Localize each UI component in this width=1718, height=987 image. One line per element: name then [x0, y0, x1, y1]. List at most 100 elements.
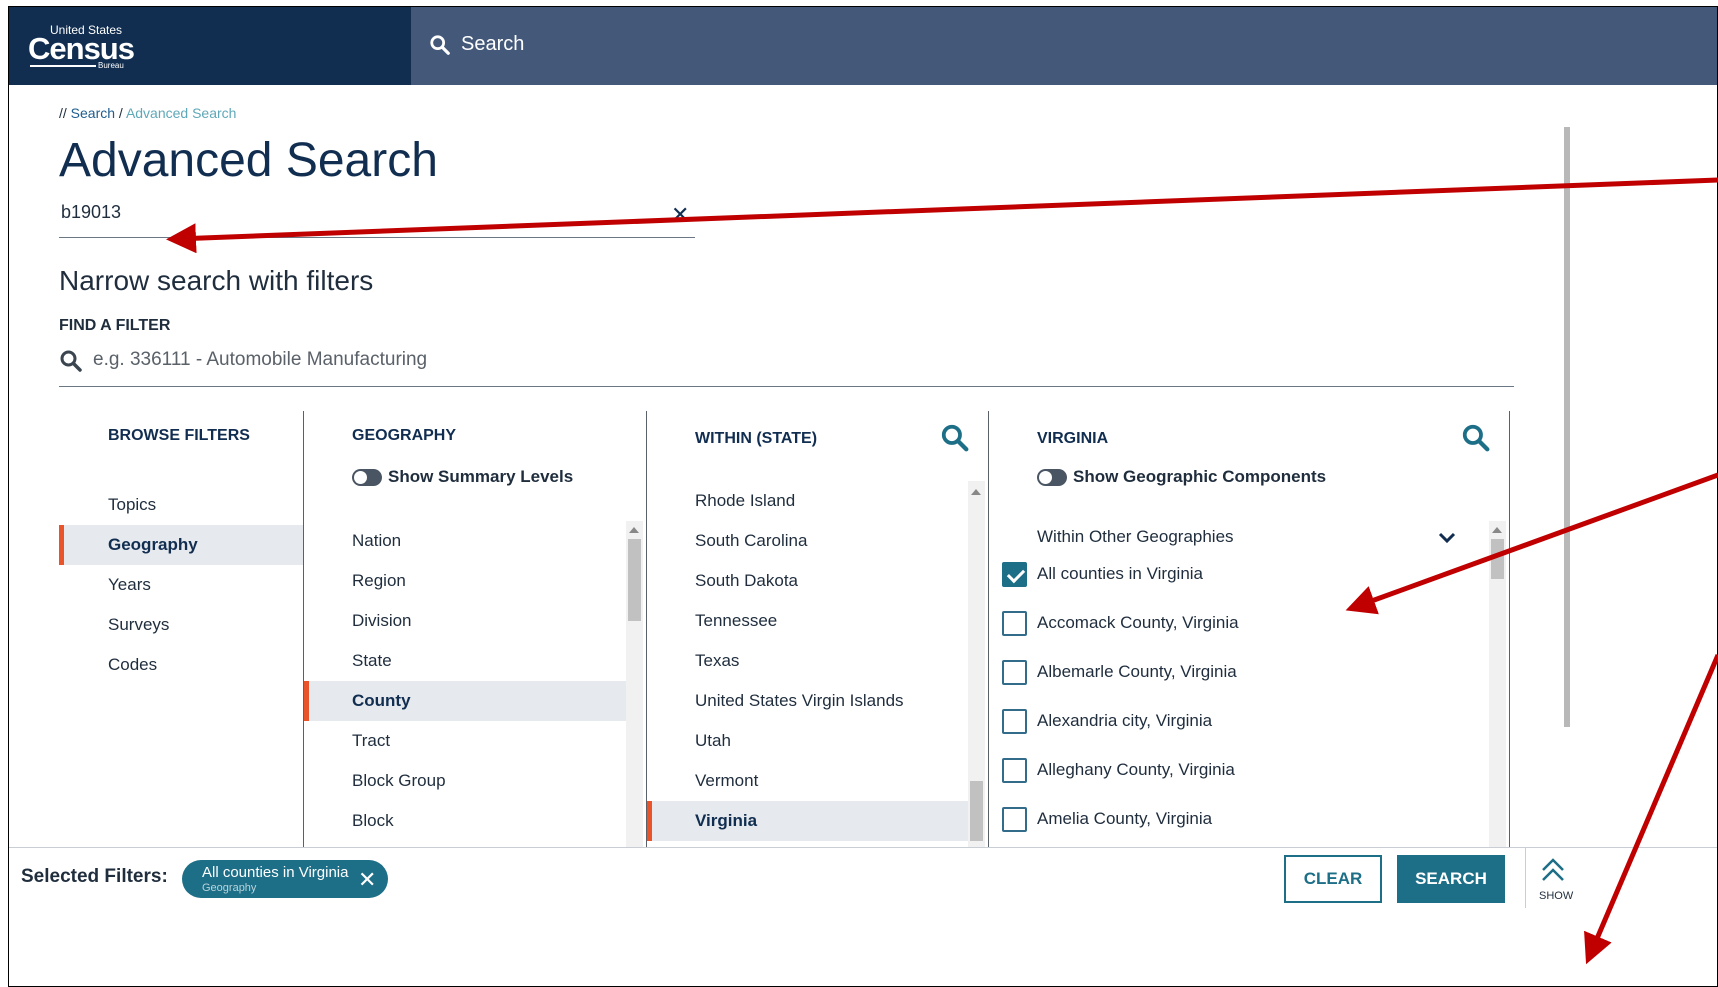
toggle-switch[interactable] [352, 468, 382, 486]
state-item[interactable]: South Dakota [647, 561, 968, 601]
summary-levels-toggle[interactable]: Show Summary Levels [352, 467, 573, 487]
filter-chip[interactable]: All counties in Virginia Geography ✕ [182, 860, 388, 898]
browse-item-codes[interactable]: Codes [59, 645, 303, 685]
county-option[interactable]: Amelia County, Virginia [1002, 806, 1482, 836]
header-search-button[interactable]: Search [429, 33, 524, 56]
state-item-virginia[interactable]: Virginia [647, 801, 968, 841]
browse-item-label: Topics [108, 495, 157, 514]
geography-item-nation[interactable]: Nation [304, 521, 626, 561]
search-button[interactable]: SEARCH [1397, 855, 1505, 903]
search-icon[interactable] [1461, 423, 1491, 453]
breadcrumb-separator: / [118, 105, 123, 121]
geography-item-label: Block Group [352, 771, 446, 790]
state-item[interactable]: United States Virgin Islands [647, 681, 968, 721]
find-filter-input[interactable] [93, 349, 993, 371]
browse-item-years[interactable]: Years [59, 565, 303, 605]
geography-list: Nation Region Division State County Trac… [304, 521, 626, 847]
checkbox-checked[interactable] [1002, 562, 1027, 587]
geography-item-tract[interactable]: Tract [304, 721, 626, 761]
county-option[interactable]: Accomack County, Virginia [1002, 610, 1482, 640]
browse-item-geography[interactable]: Geography [59, 525, 303, 565]
selected-filters-bar: Selected Filters: All counties in Virgin… [9, 847, 1717, 986]
within-state-column: WITHIN (STATE) Rhode Island South Caroli… [647, 411, 988, 847]
toggle-switch[interactable] [1037, 468, 1067, 486]
geography-item-label: Region [352, 571, 406, 590]
browse-item-topics[interactable]: Topics [59, 485, 303, 525]
breadcrumb-search-link[interactable]: Search [71, 105, 115, 121]
county-option-all[interactable]: All counties in Virginia [1002, 561, 1482, 591]
checkbox[interactable] [1002, 660, 1027, 685]
scroll-up-icon[interactable] [629, 527, 639, 533]
scroll-up-icon[interactable] [1492, 527, 1502, 533]
chevron-up-icon [1542, 858, 1564, 881]
census-logo[interactable]: United States Census Bureau [28, 23, 138, 71]
show-results-toggle[interactable]: SHOW [1525, 848, 1585, 908]
geography-scrollbar-thumb[interactable] [628, 539, 641, 621]
checkbox[interactable] [1002, 758, 1027, 783]
geographic-components-label: Show Geographic Components [1073, 467, 1327, 486]
browse-item-surveys[interactable]: Surveys [59, 605, 303, 645]
scroll-up-icon[interactable] [971, 489, 981, 495]
census-advanced-search-page: United States Census Bureau Search // Se… [8, 6, 1718, 987]
within-state-heading: WITHIN (STATE) [695, 430, 818, 447]
geography-item-label: Division [352, 611, 412, 630]
state-item[interactable]: Rhode Island [647, 481, 968, 521]
county-option-label: Accomack County, Virginia [1037, 613, 1239, 632]
county-options-list: All counties in Virginia Accomack County… [1002, 561, 1482, 847]
state-scrollbar-thumb[interactable] [970, 781, 983, 841]
geography-item-division[interactable]: Division [304, 601, 626, 641]
logo-area[interactable]: United States Census Bureau [9, 7, 411, 85]
geography-item-region[interactable]: Region [304, 561, 626, 601]
query-input[interactable] [61, 202, 621, 223]
summary-levels-label: Show Summary Levels [388, 467, 574, 486]
county-option-label: Amelia County, Virginia [1037, 809, 1213, 828]
chevron-down-icon[interactable] [1438, 531, 1456, 545]
geography-item-state[interactable]: State [304, 641, 626, 681]
geography-column: GEOGRAPHY Show Summary Levels Nation Reg… [304, 411, 646, 847]
filter-chip-label: All counties in Virginia [202, 864, 349, 881]
checkbox[interactable] [1002, 709, 1027, 734]
geographic-components-toggle[interactable]: Show Geographic Components [1037, 467, 1326, 487]
geography-scrollbar[interactable] [626, 521, 643, 847]
county-option[interactable]: Albemarle County, Virginia [1002, 659, 1482, 689]
clear-query-icon[interactable]: ✕ [671, 202, 689, 228]
checkbox[interactable] [1002, 611, 1027, 636]
narrow-heading: Narrow search with filters [59, 265, 374, 296]
state-list: Rhode Island South Carolina South Dakota… [647, 481, 968, 847]
county-scrollbar-thumb[interactable] [1491, 539, 1504, 579]
county-option-label: Alexandria city, Virginia [1037, 711, 1213, 730]
browse-filters-column: BROWSE FILTERS Topics Geography Years Su… [59, 411, 303, 847]
state-item[interactable]: Vermont [647, 761, 968, 801]
state-item-label: South Carolina [695, 531, 808, 550]
column-divider [1509, 411, 1510, 847]
page-title: Advanced Search [59, 134, 438, 187]
state-item[interactable]: Tennessee [647, 601, 968, 641]
page-scrollbar-thumb[interactable] [1564, 127, 1570, 727]
page-scrollbar[interactable] [1564, 85, 1570, 847]
checkbox[interactable] [1002, 807, 1027, 832]
browse-filters-heading: BROWSE FILTERS [108, 427, 250, 444]
geography-item-county[interactable]: County [304, 681, 626, 721]
geography-item-label: Tract [352, 731, 391, 750]
state-item[interactable]: Texas [647, 641, 968, 681]
geography-item-label: Nation [352, 531, 402, 550]
geography-item-block[interactable]: Block [304, 801, 626, 841]
state-item[interactable]: South Carolina [647, 521, 968, 561]
county-option[interactable]: Alleghany County, Virginia [1002, 757, 1482, 787]
search-icon[interactable] [940, 423, 970, 453]
browse-item-label: Surveys [108, 615, 170, 634]
browse-item-label: Years [108, 575, 151, 594]
clear-button[interactable]: CLEAR [1284, 855, 1382, 903]
geography-heading: GEOGRAPHY [352, 427, 457, 444]
remove-filter-icon[interactable]: ✕ [358, 867, 376, 893]
state-item-label: South Dakota [695, 571, 799, 590]
county-option[interactable]: Alexandria city, Virginia [1002, 708, 1482, 738]
browse-item-label: Codes [108, 655, 158, 674]
county-scrollbar[interactable] [1489, 521, 1506, 847]
geography-item-label: State [352, 651, 392, 670]
county-option-label: All counties in Virginia [1037, 564, 1203, 583]
state-scrollbar[interactable] [968, 481, 985, 847]
geography-item-block-group[interactable]: Block Group [304, 761, 626, 801]
county-option-label: Alleghany County, Virginia [1037, 760, 1235, 779]
state-item[interactable]: Utah [647, 721, 968, 761]
